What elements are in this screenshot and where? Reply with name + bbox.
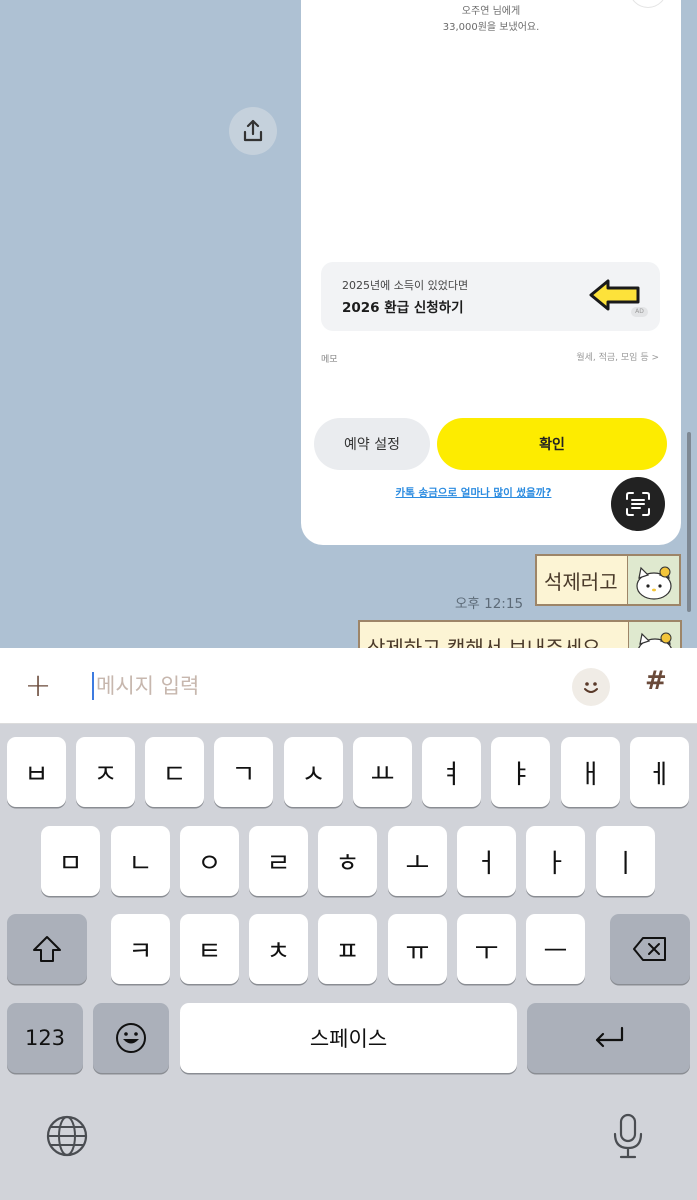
key[interactable]: ㅕ <box>422 737 481 807</box>
amount-line: 33,000원을 보냈어요. <box>442 22 540 33</box>
smiley-icon <box>116 1023 146 1053</box>
send-info: 오주연 님에게 33,000원을 보냈어요. <box>301 4 681 36</box>
key[interactable]: ㅁ <box>41 826 100 896</box>
return-key[interactable] <box>527 1003 690 1073</box>
key[interactable]: ㅏ <box>526 826 585 896</box>
scan-button[interactable] <box>611 477 665 531</box>
key[interactable]: ㄷ <box>145 737 204 807</box>
transfer-card: 오주연 님에게 33,000원을 보냈어요. 2025년에 소득이 있었다면 2… <box>301 0 681 545</box>
key[interactable]: ㄱ <box>214 737 273 807</box>
key[interactable]: ㅋ <box>111 914 170 984</box>
recipient-line: 오주연 님에게 <box>461 6 521 17</box>
key[interactable]: ㅍ <box>318 914 377 984</box>
return-icon <box>595 1026 623 1048</box>
key[interactable]: ㅜ <box>457 914 516 984</box>
message-input[interactable]: 메시지 입력 <box>96 670 199 700</box>
key[interactable]: ㅊ <box>249 914 308 984</box>
key[interactable]: ㅅ <box>284 737 343 807</box>
key[interactable]: ㄴ <box>111 826 170 896</box>
refund-subtitle: 2025년에 소득이 있었다면 <box>342 279 469 292</box>
key[interactable]: ㅇ <box>180 826 239 896</box>
keyboard: ㅂ ㅈ ㄷ ㄱ ㅅ ㅛ ㅕ ㅑ ㅐ ㅔ ㅁ ㄴ ㅇ ㄹ ㅎ ㅗ ㅓ ㅏ ㅣ ㅋ … <box>0 724 697 1200</box>
hashtag-button[interactable]: # <box>645 666 667 696</box>
shift-icon <box>33 936 61 962</box>
message-bubble[interactable]: 삭제하고 캡해서 보내주세요 <box>358 620 682 648</box>
share-button[interactable] <box>229 107 277 155</box>
scan-text-icon <box>626 492 650 516</box>
message-input-bar: + 메시지 입력 # <box>0 648 697 724</box>
key[interactable]: ㅑ <box>491 737 550 807</box>
mic-button[interactable] <box>610 1112 646 1160</box>
reserve-button[interactable]: 예약 설정 <box>314 418 430 470</box>
key[interactable]: ㅗ <box>388 826 447 896</box>
microphone-icon <box>613 1113 643 1159</box>
message-time: 오후 12:15 <box>455 596 524 612</box>
shift-key[interactable] <box>7 914 87 984</box>
space-key[interactable]: 스페이스 <box>180 1003 517 1073</box>
hello-kitty-sticker <box>627 556 679 604</box>
spend-link[interactable]: 카톡 송금으로 얼마나 많이 썼을까? <box>301 485 646 500</box>
hello-kitty-sticker <box>628 622 680 648</box>
refund-banner[interactable]: 2025년에 소득이 있었다면 2026 환급 신청하기 AD <box>321 262 660 331</box>
key[interactable]: ㅌ <box>180 914 239 984</box>
text-caret <box>92 672 94 700</box>
smiley-icon <box>584 682 598 693</box>
chat-area[interactable]: 오주연 님에게 33,000원을 보냈어요. 2025년에 소득이 있었다면 2… <box>0 0 697 648</box>
key[interactable]: ㅠ <box>388 914 447 984</box>
key[interactable]: ㅎ <box>318 826 377 896</box>
key[interactable]: ㅓ <box>457 826 516 896</box>
plus-button[interactable]: + <box>22 669 54 702</box>
numbers-key[interactable]: 123 <box>7 1003 83 1073</box>
key[interactable]: ㅔ <box>630 737 689 807</box>
globe-icon <box>46 1115 88 1157</box>
backspace-icon <box>633 937 666 961</box>
key[interactable]: ㅂ <box>7 737 66 807</box>
key[interactable]: ㄹ <box>249 826 308 896</box>
ad-badge: AD <box>631 307 648 317</box>
refund-title: 2026 환급 신청하기 <box>342 300 464 316</box>
delete-key[interactable] <box>610 914 690 984</box>
emoji-button[interactable] <box>572 668 610 706</box>
message-text: 삭제하고 캡해서 보내주세요 <box>367 635 601 649</box>
globe-button[interactable] <box>45 1114 89 1158</box>
key[interactable]: ㅣ <box>596 826 655 896</box>
memo-hint[interactable]: 월세, 적금, 모임 등 > <box>576 350 659 363</box>
message-text: 석제러고 <box>544 569 618 594</box>
key[interactable]: ㅐ <box>561 737 620 807</box>
message-bubble[interactable]: 석제러고 <box>535 554 681 606</box>
key[interactable]: ㅈ <box>76 737 135 807</box>
share-icon <box>243 119 263 142</box>
emoji-key[interactable] <box>93 1003 169 1073</box>
key[interactable]: ㅡ <box>526 914 585 984</box>
memo-label: 메모 <box>321 355 338 365</box>
confirm-button[interactable]: 확인 <box>437 418 667 470</box>
key[interactable]: ㅛ <box>353 737 412 807</box>
chat-scrollbar[interactable] <box>687 432 691 612</box>
